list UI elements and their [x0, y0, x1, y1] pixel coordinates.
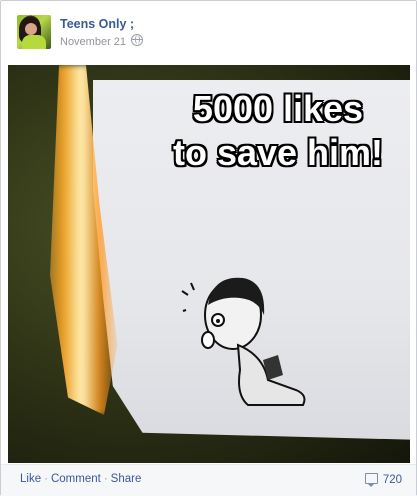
share-link[interactable]: Share	[111, 473, 142, 485]
author-name[interactable]: Teens Only ;	[60, 17, 134, 31]
separator: ·	[103, 473, 108, 485]
post-footer: Like · Comment · Share 720	[1, 464, 416, 496]
like-link[interactable]: Like	[20, 473, 41, 485]
post-actions: Like · Comment · Share	[20, 473, 141, 485]
post-card: Teens Only ; November 21 5000 likes to s…	[0, 0, 417, 496]
cartoon-character	[181, 277, 306, 406]
caption-line-1: 5000 likes	[192, 88, 364, 129]
image-caption: 5000 likes to save him!	[158, 87, 398, 175]
post-date[interactable]: November 21	[60, 34, 144, 48]
separator: ·	[44, 473, 48, 485]
caption-line-2: to save him!	[172, 132, 384, 173]
comment-bubble-icon	[364, 473, 378, 487]
post-photo[interactable]: 5000 likes to save him!	[8, 65, 410, 463]
comment-count[interactable]: 720	[364, 473, 402, 487]
profile-avatar[interactable]	[17, 15, 51, 49]
date-text: November 21	[60, 36, 127, 48]
comment-count-value: 720	[382, 474, 402, 486]
globe-icon	[131, 34, 144, 46]
comment-link[interactable]: Comment	[51, 473, 101, 485]
